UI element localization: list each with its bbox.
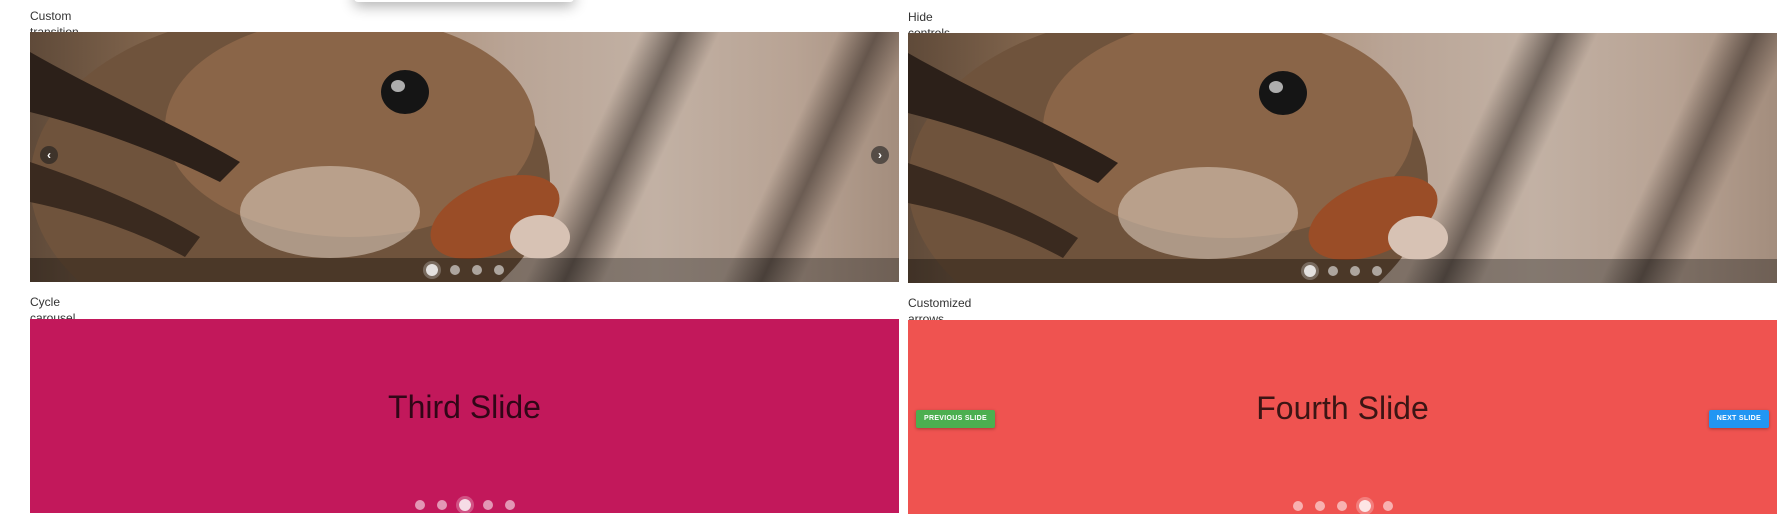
floating-menu-edge bbox=[354, 0, 574, 2]
indicator-dot-5[interactable] bbox=[1382, 501, 1393, 511]
indicator-dot-1[interactable] bbox=[414, 500, 425, 510]
indicator-dot-3[interactable] bbox=[471, 265, 482, 275]
indicator-dot-3[interactable] bbox=[458, 499, 471, 511]
next-slide-button[interactable]: NEXT SLIDE bbox=[1708, 410, 1769, 428]
slide-indicators bbox=[30, 499, 899, 511]
indicator-dot-1[interactable] bbox=[1303, 265, 1316, 277]
cycle-carousel[interactable]: Third Slide bbox=[30, 319, 899, 513]
indicator-dot-4[interactable] bbox=[1358, 500, 1371, 512]
indicator-dot-5[interactable] bbox=[504, 500, 515, 510]
slide-indicators bbox=[30, 264, 899, 276]
indicator-dot-2[interactable] bbox=[449, 265, 460, 275]
chipmunk-image bbox=[908, 33, 1777, 283]
next-slide-button[interactable]: › bbox=[871, 146, 889, 164]
chevron-right-icon: › bbox=[878, 148, 882, 162]
slide-indicators bbox=[908, 500, 1777, 512]
previous-slide-button[interactable]: PREVIOUS SLIDE bbox=[916, 410, 995, 428]
indicator-dot-3[interactable] bbox=[1349, 266, 1360, 276]
slide-label: Fourth Slide bbox=[1256, 390, 1429, 426]
hide-controls-carousel[interactable] bbox=[908, 33, 1777, 283]
indicator-dot-2[interactable] bbox=[436, 500, 447, 510]
customized-arrows-carousel[interactable]: Fourth Slide PREVIOUS SLIDE NEXT SLIDE bbox=[908, 320, 1777, 514]
indicator-dot-4[interactable] bbox=[493, 265, 504, 275]
page: Custom transition carousel ‹ bbox=[0, 0, 1790, 530]
custom-transition-carousel[interactable]: ‹ › bbox=[30, 32, 899, 282]
indicator-dot-2[interactable] bbox=[1314, 501, 1325, 511]
chipmunk-image bbox=[30, 32, 899, 282]
indicator-dot-4[interactable] bbox=[482, 500, 493, 510]
chipmunk-illustration bbox=[30, 32, 570, 282]
indicator-dot-1[interactable] bbox=[425, 264, 438, 276]
slide-indicators bbox=[908, 265, 1777, 277]
indicator-dot-2[interactable] bbox=[1327, 266, 1338, 276]
previous-slide-button[interactable]: ‹ bbox=[40, 146, 58, 164]
chevron-left-icon: ‹ bbox=[47, 148, 51, 162]
chipmunk-illustration bbox=[908, 33, 1448, 283]
indicator-dot-1[interactable] bbox=[1292, 501, 1303, 511]
indicator-dot-4[interactable] bbox=[1371, 266, 1382, 276]
slide-label: Third Slide bbox=[388, 389, 541, 425]
indicator-dot-3[interactable] bbox=[1336, 501, 1347, 511]
